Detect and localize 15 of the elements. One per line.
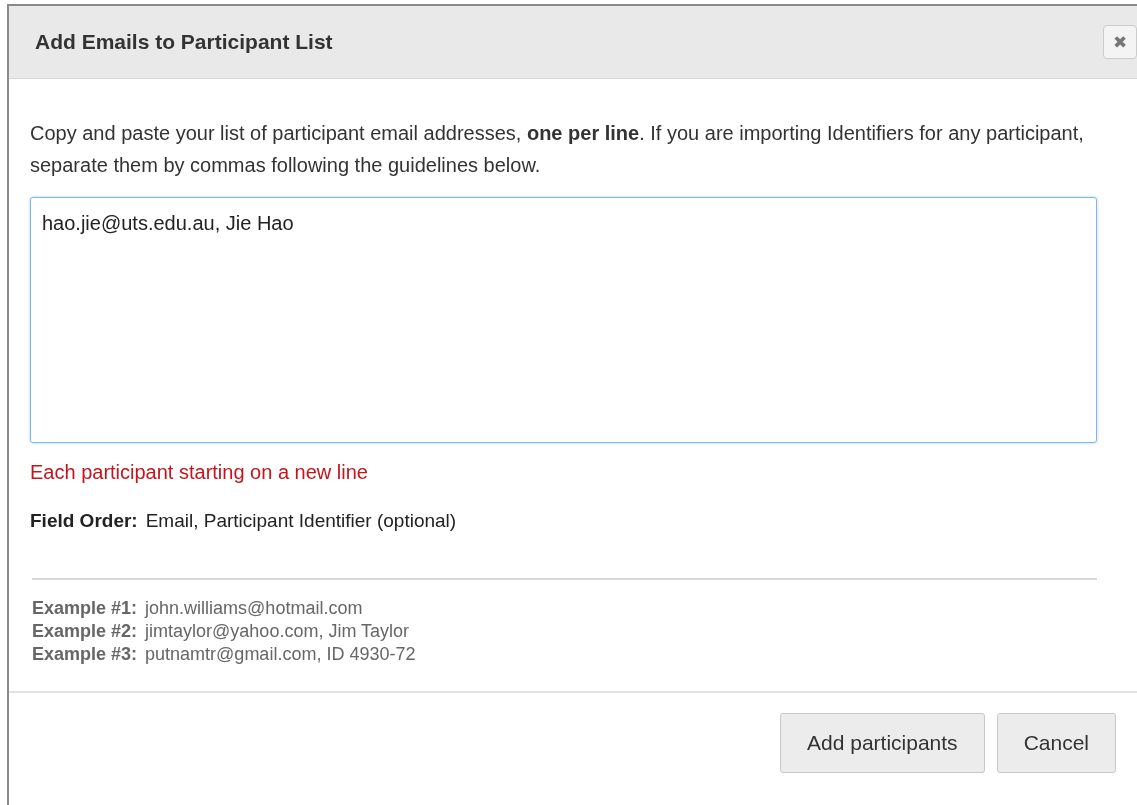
- example-label: Example #1:: [32, 598, 138, 619]
- example-label: Example #2:: [32, 621, 138, 642]
- email-textarea[interactable]: hao.jie@uts.edu.au, Jie Hao: [30, 197, 1097, 443]
- field-order-label: Field Order:: [30, 510, 138, 532]
- add-participants-button[interactable]: Add participants: [780, 713, 985, 773]
- dialog-title: Add Emails to Participant List: [35, 30, 333, 54]
- instructions-text: Copy and paste your list of participant email addresses, one per line. If you are importing Identifiers for any participant, separate them by commas following the guidelines below.: [30, 121, 1085, 178]
- cancel-button[interactable]: Cancel: [996, 713, 1116, 773]
- example-value: jimtaylor@yahoo.com, Jim Taylor: [145, 621, 411, 642]
- example-value: putnamtr@gmail.com, ID 4930-72: [145, 644, 416, 665]
- example-value: john.williams@hotmail.com: [145, 598, 364, 619]
- field-order-value: Email, Participant Identifier (optional): [145, 510, 457, 532]
- error-message: Each participant starting on a new line: [30, 461, 369, 484]
- close-button[interactable]: ✖: [1103, 25, 1137, 59]
- example-label: Example #3:: [32, 644, 138, 665]
